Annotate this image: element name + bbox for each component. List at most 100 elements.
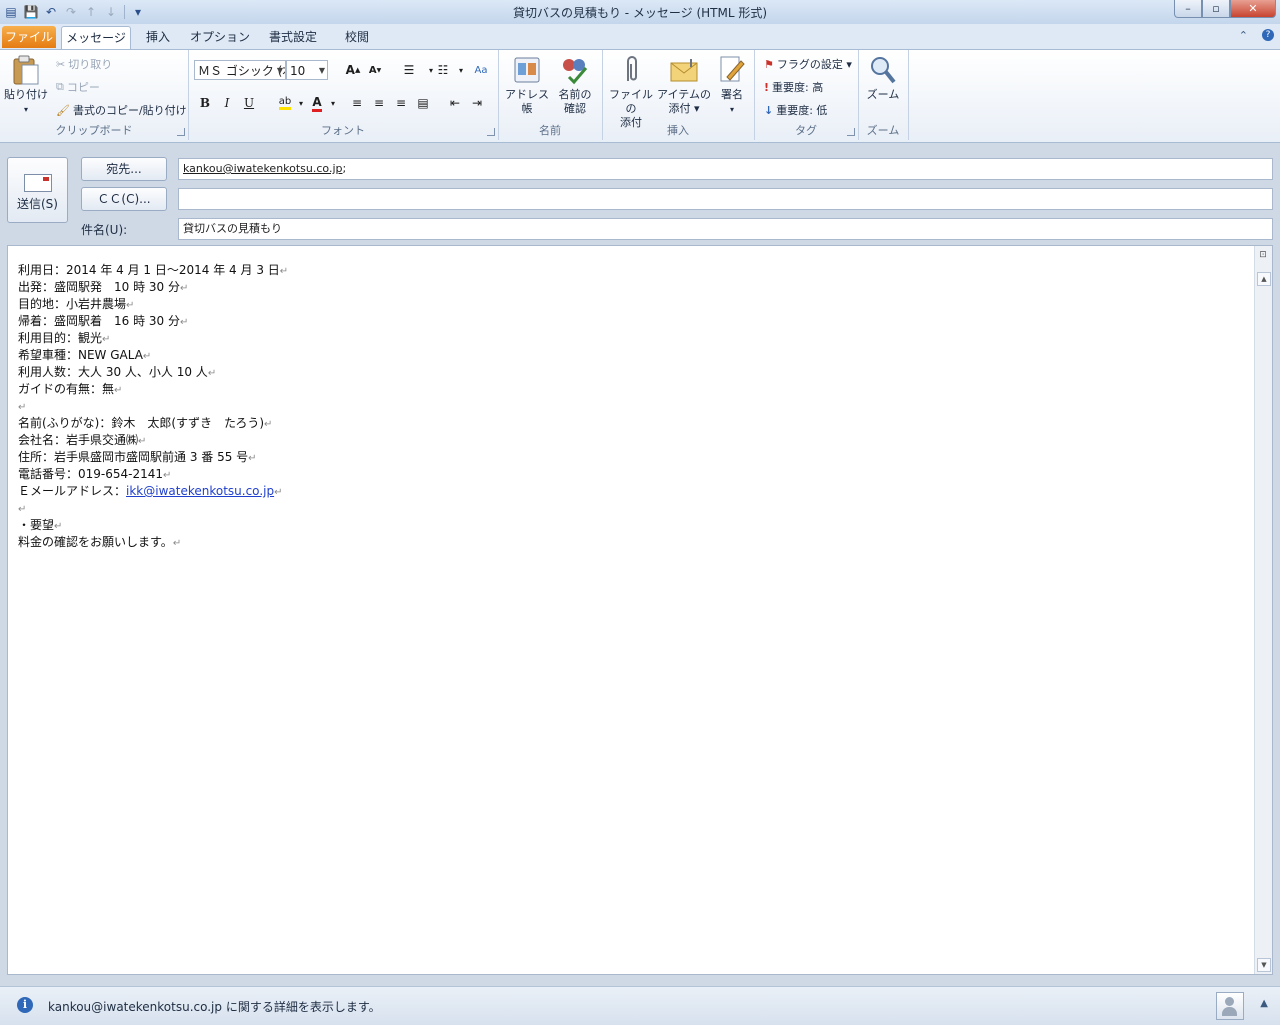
minimize-button[interactable]: –: [1174, 0, 1202, 18]
info-icon: i: [17, 997, 33, 1013]
paste-button[interactable]: 貼り付け ▾: [4, 54, 48, 117]
contact-avatar-icon[interactable]: [1216, 992, 1244, 1020]
font-name-select[interactable]: ＭＳ ゴシック (本 ▼: [194, 60, 286, 80]
clipboard-group: 貼り付け ▾ ✂ 切り取り ⧉ コピー 🖌 書式のコピー/貼り付け クリップボー…: [0, 50, 189, 140]
align-center-icon[interactable]: ≡: [368, 93, 390, 113]
subject-label: 件名(U):: [81, 223, 128, 237]
follow-up-button[interactable]: ⚑ フラグの設定 ▾: [764, 56, 852, 72]
decrease-indent-icon[interactable]: ⇤: [444, 93, 466, 113]
tab-file[interactable]: ファイル: [2, 26, 56, 48]
tab-message[interactable]: メッセージ: [61, 26, 131, 49]
format-painter-button[interactable]: 🖌 書式のコピー/貼り付け: [56, 102, 187, 118]
maximize-button[interactable]: ▫: [1202, 0, 1230, 18]
clear-formatting-icon[interactable]: Aa: [470, 60, 492, 80]
paragraph-mark-icon: ↵: [126, 300, 135, 311]
body-line: ↵: [18, 500, 288, 517]
highlight-icon[interactable]: ab: [274, 93, 296, 113]
shrink-font-icon[interactable]: A ▼: [364, 60, 386, 80]
send-button[interactable]: 送信(S): [7, 157, 68, 223]
tab-format-text[interactable]: 書式設定: [262, 26, 324, 48]
bold-icon[interactable]: B: [194, 93, 216, 113]
close-button[interactable]: ✕: [1230, 0, 1276, 18]
window-controls: – ▫ ✕: [1174, 0, 1276, 18]
to-field[interactable]: kankou@iwatekenkotsu.co.jp;: [178, 158, 1273, 180]
low-importance-button[interactable]: ↓ 重要度: 低: [764, 102, 827, 118]
grow-font-icon[interactable]: A ▲: [342, 60, 364, 80]
body-line: 希望車種：NEW GALA↵: [18, 347, 288, 364]
paragraph-mark-icon: ↵: [142, 351, 152, 362]
paragraph-mark-icon: ↵: [18, 402, 27, 413]
numbering-dropdown-icon[interactable]: ▾: [450, 60, 472, 80]
copy-button[interactable]: ⧉ コピー: [56, 79, 100, 95]
to-button[interactable]: 宛先...: [81, 157, 167, 181]
paragraph-mark-icon: ↵: [114, 385, 123, 396]
subject-field[interactable]: 貸切バスの見積もり: [178, 218, 1273, 240]
justify-icon[interactable]: ▤: [412, 93, 434, 113]
high-importance-button[interactable]: ! 重要度: 高: [764, 79, 823, 95]
paste-icon: [10, 54, 42, 86]
body-line-text: 電話番号：019-654-2141: [18, 467, 164, 481]
cc-field[interactable]: [178, 188, 1273, 210]
body-line-text: 希望車種：NEW GALA: [18, 348, 143, 362]
vertical-scrollbar[interactable]: ⊡ ▲ ▼: [1254, 246, 1272, 974]
font-color-dropdown-icon[interactable]: ▾: [328, 93, 338, 113]
address-book-icon: [511, 54, 543, 86]
zoom-button[interactable]: ズーム: [860, 54, 906, 102]
underline-icon[interactable]: U: [238, 93, 260, 113]
message-body-editor[interactable]: 利用日：2014 年 4 月 1 日～2014 年 4 月 3 日↵ 出発：盛岡駅…: [7, 245, 1273, 975]
clipboard-group-label: クリップボード: [55, 124, 133, 137]
envelope-attach-icon: [668, 54, 700, 86]
body-line: ↵: [18, 398, 288, 415]
increase-indent-icon[interactable]: ⇥: [466, 93, 488, 113]
font-color-icon[interactable]: A: [306, 93, 328, 113]
tab-options[interactable]: オプション: [190, 26, 250, 48]
cc-button[interactable]: ＣＣ(C)...: [81, 187, 167, 211]
people-pane-bar: i kankou@iwatekenkotsu.co.jp に関する詳細を表示しま…: [0, 986, 1280, 1025]
signature-button[interactable]: 署名 ▾: [712, 54, 752, 117]
font-size-select[interactable]: 10 ▼: [286, 60, 328, 80]
to-recipient[interactable]: kankou@iwatekenkotsu.co.jp: [183, 162, 343, 175]
body-line: Ｅメールアドレス：ikk@iwatekenkotsu.co.jp↵: [18, 483, 288, 500]
zoom-group: ズーム ズーム: [858, 50, 909, 140]
check-names-button[interactable]: 名前の 確認: [552, 54, 598, 116]
align-left-icon[interactable]: ≡: [346, 93, 368, 113]
tags-launcher-icon[interactable]: [847, 128, 855, 136]
body-line-text: 利用人数：大人 30 人、小人 10 人: [18, 365, 208, 379]
font-group-label: フォント: [321, 124, 365, 137]
font-name-value: ＭＳ ゴシック (本: [198, 64, 286, 78]
expand-people-pane-icon[interactable]: ▲: [1260, 998, 1268, 1009]
help-icon[interactable]: ?: [1262, 29, 1274, 41]
signature-icon: [716, 54, 748, 86]
minimize-ribbon-icon[interactable]: ⌃: [1239, 29, 1248, 42]
cut-button[interactable]: ✂ 切り取り: [56, 56, 112, 72]
email-link[interactable]: ikk@iwatekenkotsu.co.jp: [126, 484, 274, 498]
copy-icon: ⧉: [56, 80, 64, 93]
attach-item-button[interactable]: アイテムの 添付 ▾: [656, 54, 712, 116]
bullets-icon[interactable]: ☰: [398, 60, 420, 80]
view-ruler-icon[interactable]: ⊡: [1257, 250, 1269, 264]
scroll-up-icon[interactable]: ▲: [1257, 272, 1271, 286]
include-group-label: 挿入: [667, 124, 689, 137]
signature-dropdown-icon: ▾: [729, 105, 734, 114]
send-envelope-icon: [23, 174, 52, 192]
body-line-text: 帰着：盛岡駅着 16 時 30 分: [18, 314, 180, 328]
body-line: 料金の確認をお願いします。↵: [18, 534, 288, 551]
tab-insert[interactable]: 挿入: [138, 26, 178, 48]
tab-review[interactable]: 校閲: [337, 26, 377, 48]
attach-file-label-1: ファイルの: [609, 88, 653, 115]
highlight-dropdown-icon[interactable]: ▾: [296, 93, 306, 113]
font-name-dropdown-icon: ▼: [276, 66, 283, 75]
address-book-button[interactable]: アドレス帳: [502, 54, 552, 116]
attach-file-button[interactable]: ファイルの 添付: [606, 54, 656, 130]
check-names-icon: [559, 54, 591, 86]
align-right-icon[interactable]: ≡: [390, 93, 412, 113]
status-message[interactable]: kankou@iwatekenkotsu.co.jp に関する詳細を表示します。: [48, 998, 381, 1015]
font-size-value: 10: [290, 64, 306, 78]
to-separator: ;: [342, 162, 347, 175]
message-body-text[interactable]: 利用日：2014 年 4 月 1 日～2014 年 4 月 3 日↵ 出発：盛岡駅…: [18, 262, 288, 551]
names-group: アドレス帳 名前の 確認 名前: [498, 50, 603, 140]
italic-icon[interactable]: I: [216, 93, 238, 113]
font-launcher-icon[interactable]: [487, 128, 495, 136]
clipboard-launcher-icon[interactable]: [177, 128, 185, 136]
scroll-down-icon[interactable]: ▼: [1257, 958, 1271, 972]
